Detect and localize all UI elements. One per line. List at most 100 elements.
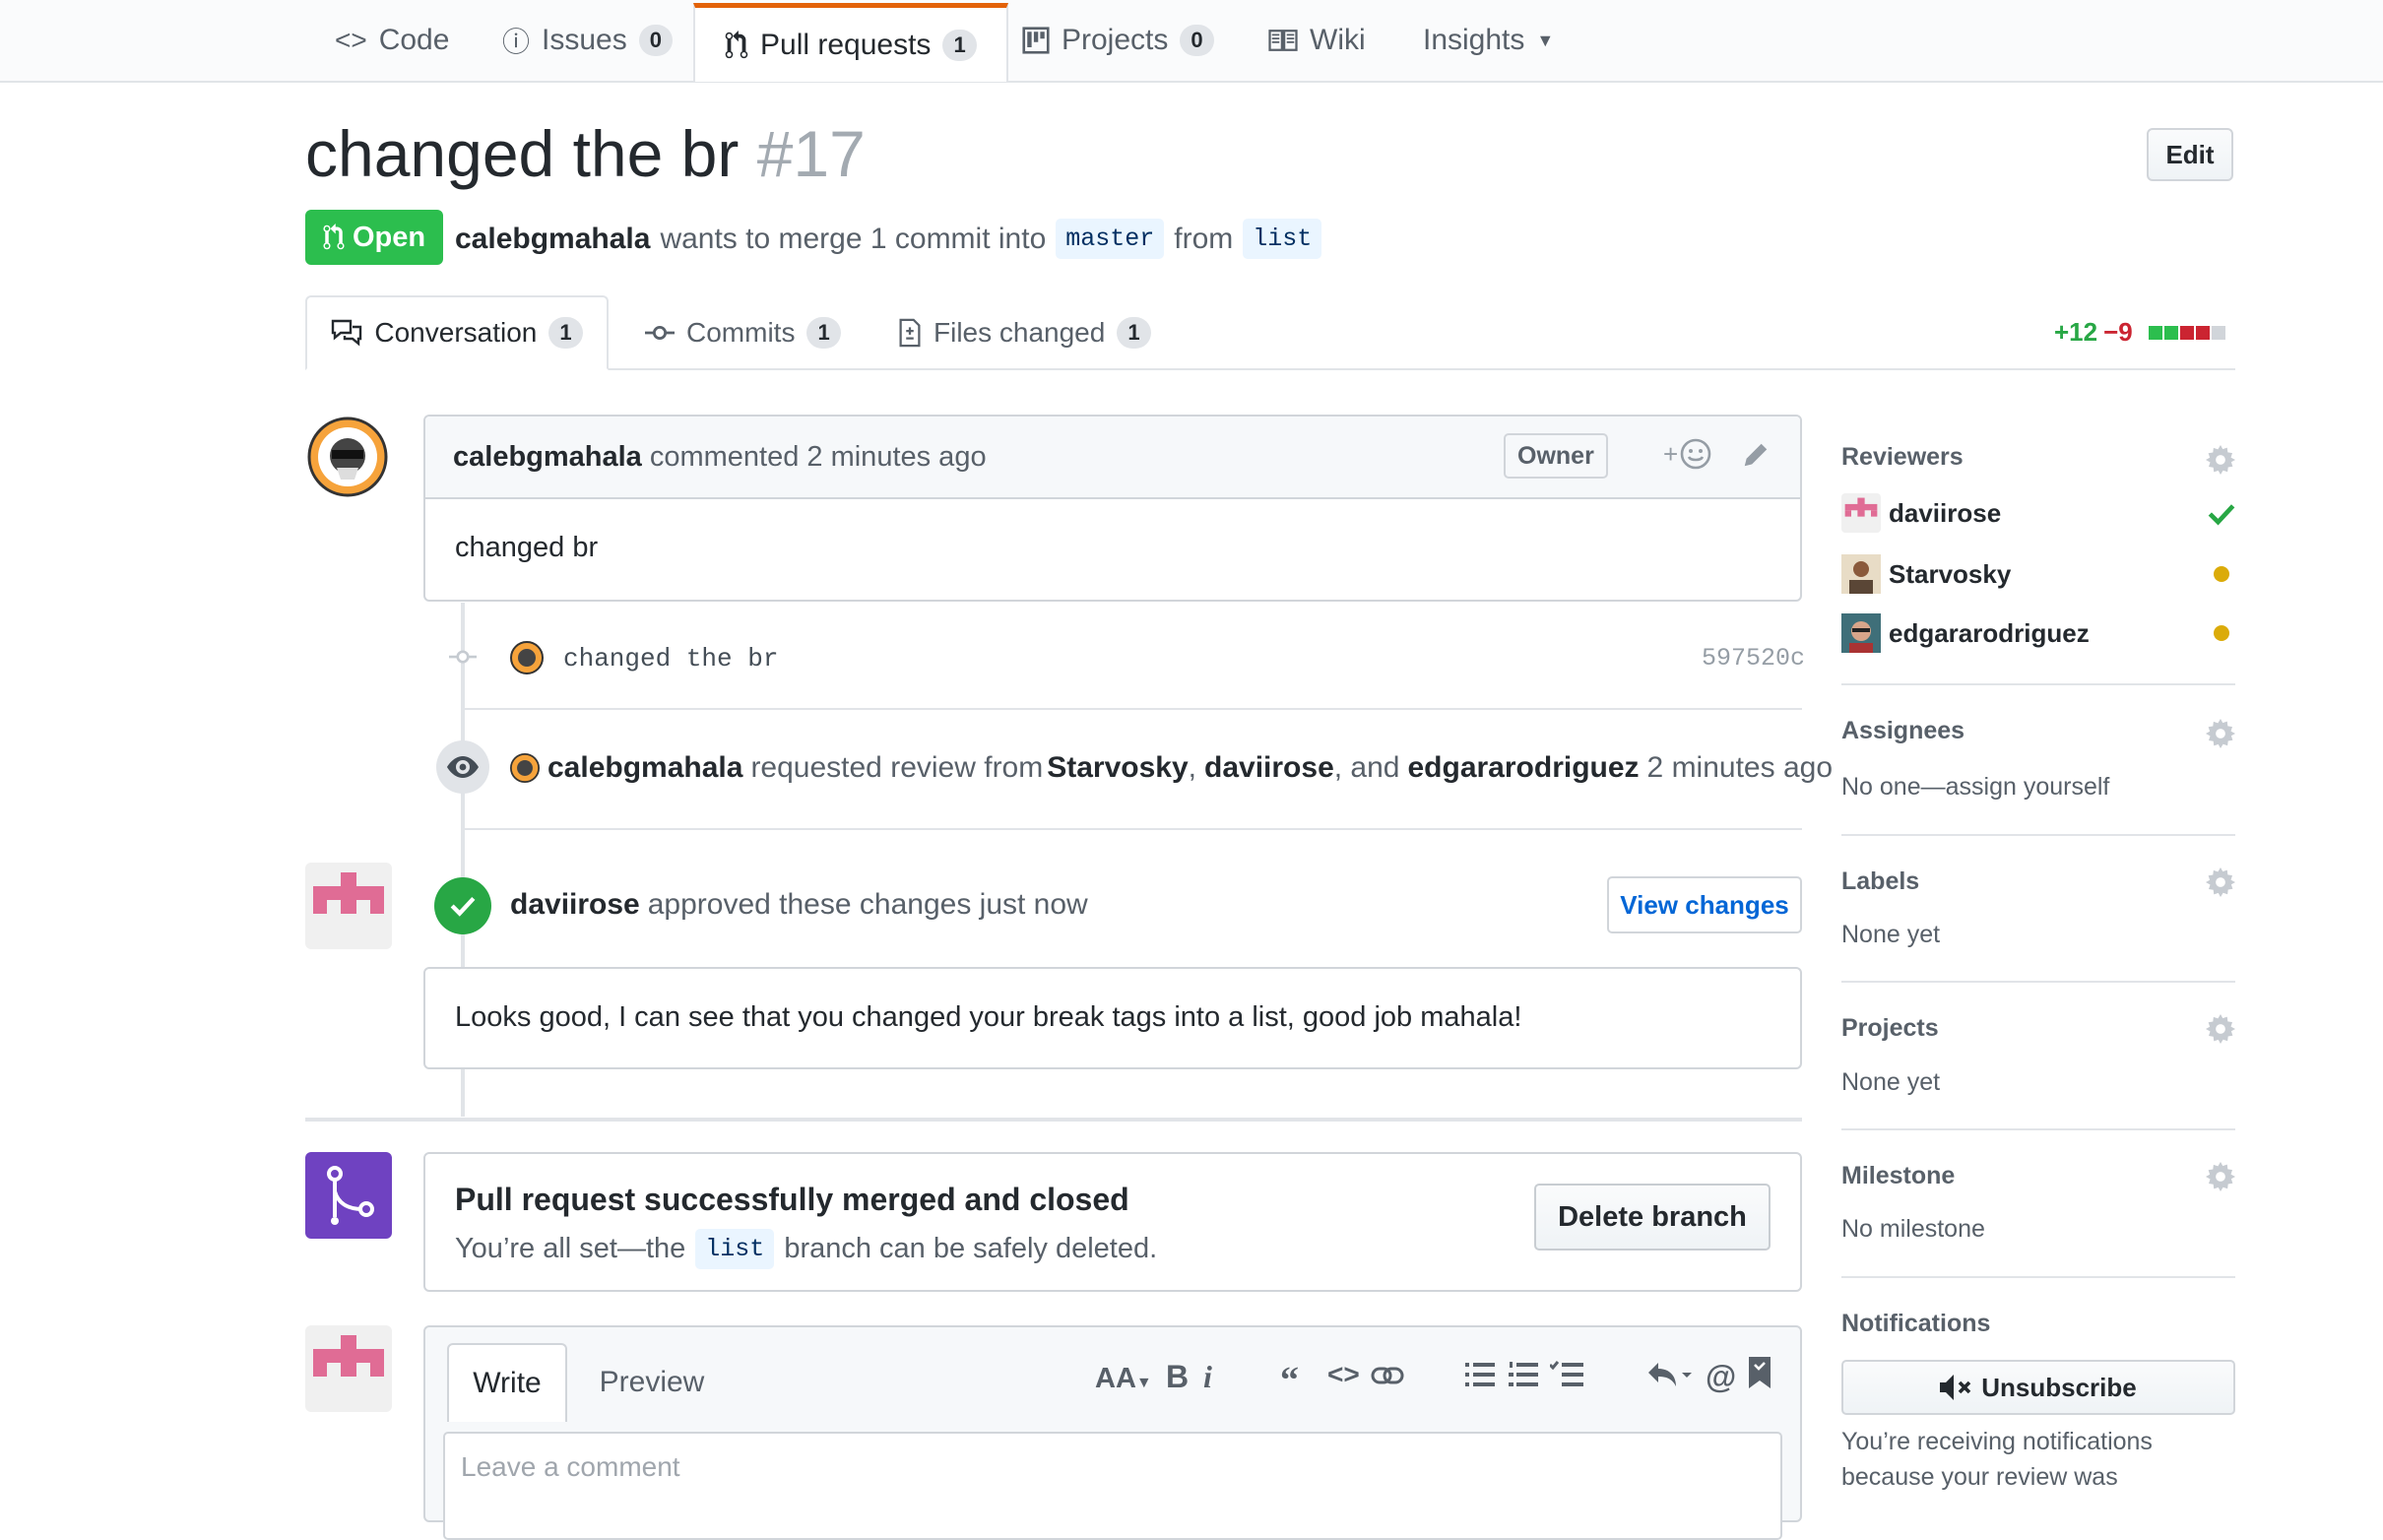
reviewer-edgararodriguez[interactable]: edgararodriguez xyxy=(1841,613,2090,653)
avatar[interactable] xyxy=(305,863,392,949)
italic-icon[interactable]: i xyxy=(1203,1359,1212,1395)
projects-heading[interactable]: Projects xyxy=(1841,1014,1939,1043)
assignees-heading[interactable]: Assignees xyxy=(1841,717,1964,745)
comment-body: changed br xyxy=(455,532,599,563)
labels-heading[interactable]: Labels xyxy=(1841,867,1919,896)
author-link[interactable]: calebgmahala xyxy=(455,223,650,256)
avatar[interactable] xyxy=(307,417,388,497)
mention-icon[interactable]: @ xyxy=(1706,1359,1736,1395)
comment-author[interactable]: calebgmahala xyxy=(453,441,642,474)
event-timestamp[interactable]: 2 minutes ago xyxy=(1647,751,1833,785)
gear-icon[interactable] xyxy=(2206,1162,2235,1191)
gear-icon[interactable] xyxy=(2206,1014,2235,1044)
gear-icon[interactable] xyxy=(2206,445,2235,475)
nav-tab-label: Issues xyxy=(542,24,627,56)
bookmark-icon[interactable] xyxy=(1749,1357,1771,1388)
counter-badge: 0 xyxy=(638,25,673,56)
avatar xyxy=(1841,613,1881,653)
milestone-value: No milestone xyxy=(1841,1215,1985,1243)
gear-icon[interactable] xyxy=(2206,867,2235,897)
from-text: from xyxy=(1174,222,1234,255)
notifications-heading: Notifications xyxy=(1841,1310,1991,1337)
reviewers-heading[interactable]: Reviewers xyxy=(1841,443,1964,472)
reply-icon[interactable] xyxy=(1646,1361,1692,1388)
commit-sha[interactable]: 597520c xyxy=(1702,644,1805,673)
tab-write[interactable]: Write xyxy=(447,1343,567,1422)
delete-branch-button[interactable]: Delete branch xyxy=(1534,1184,1771,1251)
quote-icon[interactable]: “ xyxy=(1280,1359,1299,1402)
reviewer-daviirose[interactable]: daviirose xyxy=(1841,493,2001,533)
comment-textarea[interactable]: Leave a comment xyxy=(443,1432,1782,1540)
task-list-icon[interactable] xyxy=(1550,1361,1583,1388)
unsubscribe-button[interactable]: Unsubscribe xyxy=(1841,1360,2235,1415)
pencil-icon[interactable] xyxy=(1741,440,1771,470)
code-icon[interactable]: <> xyxy=(1327,1359,1360,1390)
comment-timestamp[interactable]: commented 2 minutes ago xyxy=(650,441,987,474)
counter-badge: 0 xyxy=(1180,25,1214,56)
commit-message[interactable]: changed the br xyxy=(563,644,778,674)
reviewer-name: edgararodriguez xyxy=(1889,617,2090,648)
caret-down-icon: ▼ xyxy=(1536,30,1555,50)
reviewer-starvosky[interactable]: Starvosky xyxy=(1841,554,2011,594)
gear-icon[interactable] xyxy=(2206,719,2235,748)
tab-conversation[interactable]: Conversation 1 xyxy=(305,295,609,370)
nav-tab-label: Wiki xyxy=(1310,24,1366,56)
timeline-divider xyxy=(305,1118,1802,1122)
avatar xyxy=(1841,554,1881,594)
tab-files-changed[interactable]: Files changed 1 xyxy=(898,295,1151,370)
unordered-list-icon[interactable] xyxy=(1465,1361,1495,1388)
notifications-reason: You’re receiving notifications because y… xyxy=(1841,1428,2153,1491)
link-icon[interactable] xyxy=(1371,1365,1404,1386)
actor-link[interactable]: calebgmahala xyxy=(547,751,742,785)
tab-preview[interactable]: Preview xyxy=(573,1343,731,1422)
pr-title-text: changed the br xyxy=(305,117,740,190)
nav-tab-label: Pull requests xyxy=(760,28,932,61)
counter-badge: 1 xyxy=(942,29,977,61)
project-icon xyxy=(1022,27,1050,54)
nav-tab-projects[interactable]: Projects 0 xyxy=(1022,0,1214,81)
review-request-event: calebgmahala requested review from Starv… xyxy=(510,751,1833,785)
reviewer-name: daviirose xyxy=(1889,497,2002,528)
nav-tab-insights[interactable]: Insights ▼ xyxy=(1423,0,1554,81)
bold-icon[interactable]: B xyxy=(1166,1359,1189,1395)
nav-tab-label: Insights xyxy=(1423,24,1525,56)
avatar[interactable] xyxy=(510,753,540,783)
additions-count: +12 xyxy=(2054,317,2098,347)
branch-name[interactable]: list xyxy=(695,1229,775,1269)
counter-badge: 1 xyxy=(806,317,841,349)
reviewer-link[interactable]: Starvosky xyxy=(1047,751,1188,784)
reviewer-link[interactable]: edgararodriguez xyxy=(1407,751,1639,785)
smiley-icon xyxy=(1680,438,1711,470)
nav-tab-pull-requests[interactable]: Pull requests 1 xyxy=(693,3,1008,82)
eye-icon xyxy=(436,740,489,794)
add-reaction-button[interactable]: + xyxy=(1663,438,1711,470)
tab-label: Commits xyxy=(686,317,796,348)
text-size-icon[interactable]: AA▼ xyxy=(1095,1359,1152,1395)
head-branch[interactable]: list xyxy=(1243,219,1322,259)
reviewer-link[interactable]: daviirose xyxy=(510,888,640,922)
nav-tab-code[interactable]: <> Code xyxy=(335,0,449,81)
book-icon xyxy=(1268,29,1298,52)
avatar[interactable] xyxy=(510,641,544,674)
review-body: Looks good, I can see that you changed y… xyxy=(455,1001,1522,1033)
view-changes-button[interactable]: View changes xyxy=(1607,876,1802,933)
tab-label: Files changed xyxy=(934,317,1106,348)
comment-header: calebgmahala commented 2 minutes ago Own… xyxy=(425,417,1800,499)
edit-button[interactable]: Edit xyxy=(2147,128,2233,181)
base-branch[interactable]: master xyxy=(1056,219,1165,259)
avatar[interactable] xyxy=(305,1325,392,1412)
nav-tab-issues[interactable]: ⓘ Issues 0 xyxy=(502,0,673,81)
ordered-list-icon[interactable] xyxy=(1509,1361,1538,1388)
nav-tab-label: Projects xyxy=(1062,24,1169,56)
sidebar-divider xyxy=(1841,834,2235,836)
sidebar-divider xyxy=(1841,981,2235,983)
event-text: requested review from xyxy=(750,751,1044,784)
comment-box: calebgmahala commented 2 minutes ago Own… xyxy=(423,415,1802,602)
check-icon xyxy=(2208,502,2235,526)
separator: , and xyxy=(1333,751,1400,784)
milestone-heading[interactable]: Milestone xyxy=(1841,1162,1955,1190)
nav-tab-wiki[interactable]: Wiki xyxy=(1268,0,1366,81)
assign-yourself-link[interactable]: No one—assign yourself xyxy=(1841,773,2109,802)
reviewer-link[interactable]: daviirose xyxy=(1204,751,1334,784)
tab-commits[interactable]: Commits 1 xyxy=(645,295,841,370)
